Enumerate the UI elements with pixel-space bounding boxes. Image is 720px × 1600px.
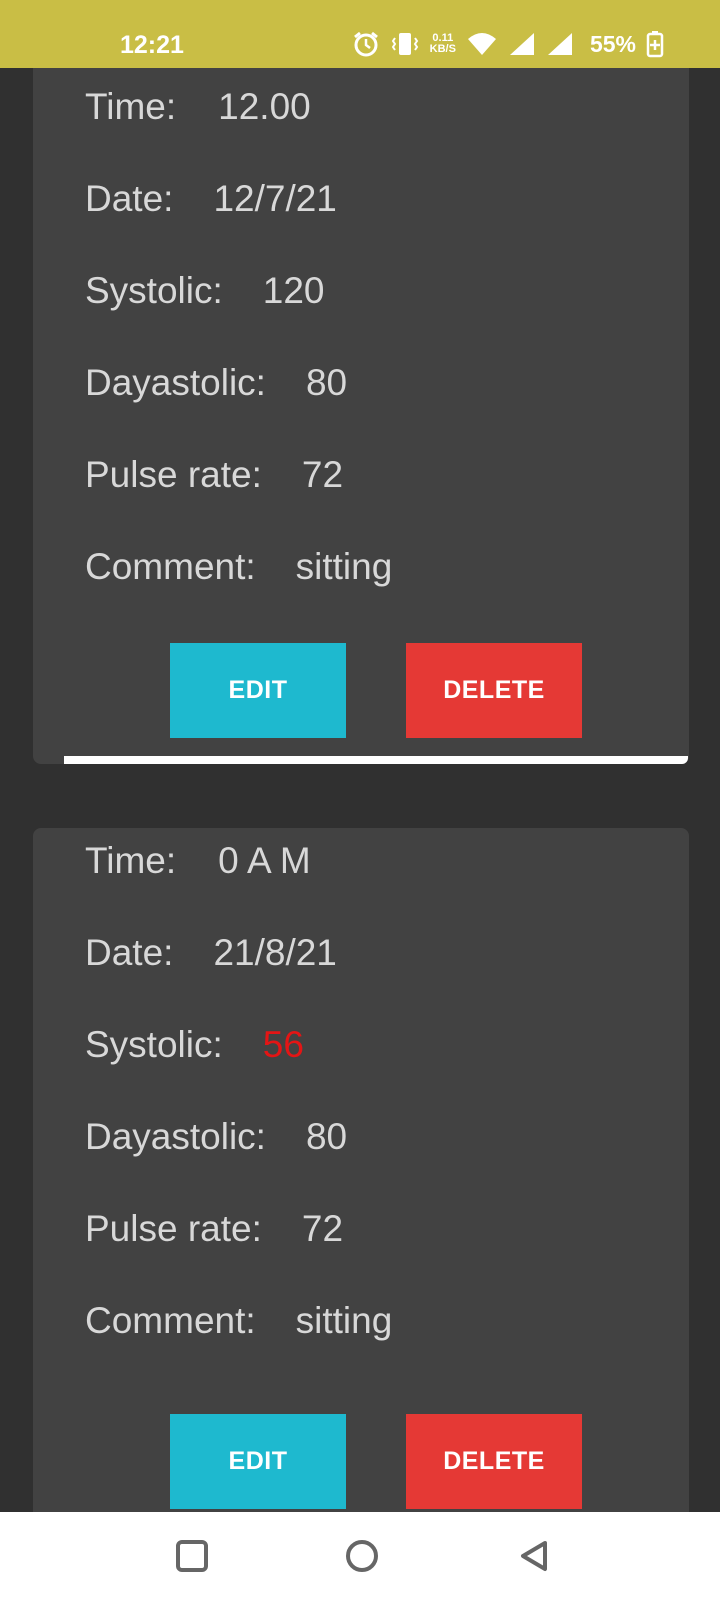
- net-speed: 0.11 KB/S: [430, 33, 456, 55]
- date-row: Date: 21/8/21: [85, 932, 337, 974]
- comment-row: Comment: sitting: [85, 1300, 392, 1342]
- systolic-value: 56: [262, 1024, 304, 1065]
- systolic-label: Systolic:: [85, 1024, 223, 1065]
- systolic-value: 120: [262, 270, 325, 311]
- date-value: 21/8/21: [213, 932, 337, 973]
- record-card: Time: 12.00 Date: 12/7/21 Systolic: 120 Day…: [33, 0, 689, 764]
- comment-label: Comment:: [85, 1300, 256, 1341]
- time-label: Time:: [85, 86, 177, 127]
- record-card: Time: 0 A M Date: 21/8/21 Systolic: 56 Daya…: [33, 828, 689, 1528]
- alarm-icon: [352, 30, 380, 58]
- status-bar: 12:21 0.11 KB/S 55%: [0, 0, 720, 68]
- back-triangle-icon[interactable]: [514, 1536, 554, 1576]
- diastolic-row: Dayastolic: 80: [85, 1116, 347, 1158]
- status-icons: 0.11 KB/S 55%: [352, 30, 664, 58]
- signal-icon: [546, 31, 574, 57]
- time-row: Time: 12.00: [85, 86, 311, 128]
- comment-label: Comment:: [85, 546, 256, 587]
- date-value: 12/7/21: [213, 178, 337, 219]
- date-label: Date:: [85, 178, 174, 219]
- comment-value: sitting: [295, 546, 393, 587]
- date-row: Date: 12/7/21: [85, 178, 337, 220]
- systolic-row: Systolic: 56: [85, 1024, 304, 1066]
- pulse-label: Pulse rate:: [85, 1208, 262, 1249]
- edit-button[interactable]: EDIT: [170, 1414, 346, 1509]
- signal-icon: [508, 31, 536, 57]
- diastolic-label: Dayastolic:: [85, 1116, 266, 1157]
- date-label: Date:: [85, 932, 174, 973]
- time-row: Time: 0 A M: [85, 840, 311, 882]
- pulse-value: 72: [301, 454, 344, 495]
- diastolic-value: 80: [305, 1116, 348, 1157]
- recents-square-icon[interactable]: [172, 1536, 212, 1576]
- delete-button[interactable]: DELETE: [406, 643, 582, 738]
- systolic-row: Systolic: 120: [85, 270, 325, 312]
- diastolic-value: 80: [305, 362, 348, 403]
- status-time: 12:21: [120, 31, 184, 59]
- net-speed-unit: KB/S: [429, 43, 456, 55]
- comment-value: sitting: [295, 1300, 393, 1341]
- pulse-label: Pulse rate:: [85, 454, 262, 495]
- battery-charging-icon: [646, 30, 664, 58]
- delete-button[interactable]: DELETE: [406, 1414, 582, 1509]
- pulse-value: 72: [301, 1208, 344, 1249]
- systolic-label: Systolic:: [85, 270, 223, 311]
- time-value: 12.00: [218, 86, 311, 127]
- diastolic-label: Dayastolic:: [85, 362, 266, 403]
- pulse-row: Pulse rate: 72: [85, 454, 343, 496]
- navigation-bar: [0, 1512, 720, 1600]
- home-circle-icon[interactable]: [342, 1536, 382, 1576]
- pulse-row: Pulse rate: 72: [85, 1208, 343, 1250]
- time-label: Time:: [85, 840, 177, 881]
- battery-percent: 55%: [589, 30, 636, 57]
- card-divider: [64, 756, 688, 764]
- vibrate-icon: [390, 30, 420, 58]
- diastolic-row: Dayastolic: 80: [85, 362, 347, 404]
- wifi-icon: [466, 31, 498, 57]
- edit-button[interactable]: EDIT: [170, 643, 346, 738]
- time-value: 0 A M: [218, 840, 311, 881]
- comment-row: Comment: sitting: [85, 546, 392, 588]
